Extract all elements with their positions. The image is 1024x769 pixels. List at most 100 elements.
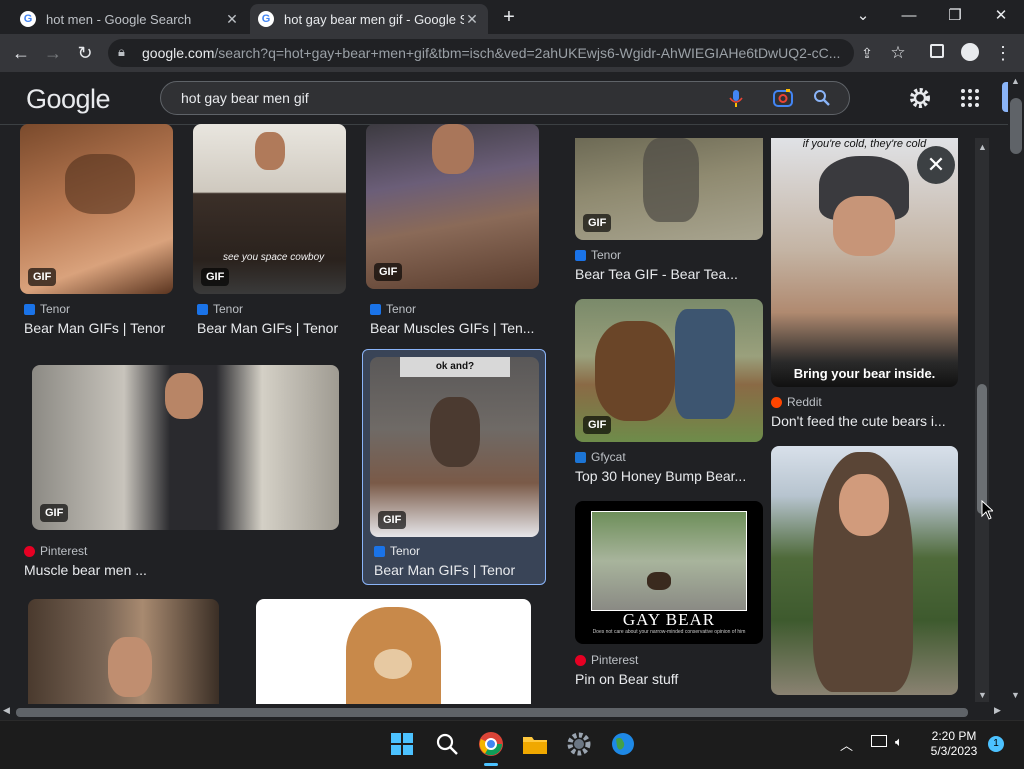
show-hidden-icons-icon[interactable]: ︿ [840,735,853,754]
settings-gear-icon[interactable] [908,86,932,110]
google-apps-grid-icon[interactable] [960,88,980,108]
share-icon[interactable]: ⇪ [856,42,878,64]
gif-badge: GIF [374,263,403,281]
page-scroll-up-icon[interactable]: ▲ [1011,76,1020,86]
network-icon[interactable] [871,735,887,747]
result-image-muscle-man-mirror[interactable]: GIF [32,365,339,530]
result-title[interactable]: Top 30 Honey Bump Bear... [575,468,763,484]
horizontal-scrollbar-thumb[interactable] [16,708,968,717]
reload-icon[interactable]: ↻ [74,42,96,64]
panel-scrollbar-thumb[interactable] [977,384,987,514]
result-title[interactable]: Bear Man GIFs | Tenor [197,320,347,336]
bear-shape [430,397,480,467]
panel-image-bear-costume-man[interactable] [771,446,958,695]
result-source[interactable]: Reddit [771,395,822,409]
google-favicon-icon: G [20,11,36,27]
scroll-right-icon[interactable]: ▶ [994,705,1001,716]
result-source[interactable]: Gfycat [575,450,626,464]
close-tab-icon[interactable]: ✕ [464,11,480,28]
chrome-app-icon[interactable] [478,731,504,757]
result-image-teddy-bear[interactable] [256,599,531,704]
panel-image-bear-bump[interactable]: GIF [575,299,763,442]
volume-icon[interactable]: 🔈︎ [895,734,903,750]
scroll-left-icon[interactable]: ◀ [3,705,10,716]
result-source[interactable]: Tenor [370,302,416,316]
gfycat-icon [575,451,586,463]
tenor-icon [374,545,385,557]
man-head-shape [108,637,152,697]
gif-badge: GIF [40,504,69,522]
result-title[interactable]: Bear Man GIFs | Tenor [374,562,540,578]
windows-start-icon[interactable] [390,732,414,756]
result-source[interactable]: Tenor [24,302,70,316]
file-explorer-icon[interactable] [522,733,548,755]
lens-camera-icon[interactable] [772,88,794,108]
page-scrollbar-thumb[interactable] [1010,98,1022,154]
close-window-icon[interactable]: ✕ [986,6,1016,26]
poster-photo [591,511,747,611]
panel-image-gay-bear-poster[interactable]: GAY BEAR Does not care about your narrow… [575,501,763,644]
result-source[interactable]: Tenor [374,544,420,558]
taskbar-search-icon[interactable] [435,732,459,756]
man-shape [675,309,735,419]
ok-and-caption: ok and? [400,357,510,377]
result-image-bear-drawing[interactable]: GIF [20,124,173,294]
scroll-down-icon[interactable]: ▼ [978,690,987,700]
url-text[interactable]: google.com/search?q=hot+gay+bear+men+gif… [142,45,847,61]
panel-image-bear-tea[interactable]: GIF [575,138,763,240]
tab-title: hot men - Google Search [46,11,192,27]
tab-title: hot gay bear men gif - Google Search [284,11,464,27]
tenor-icon [24,303,35,315]
result-source[interactable]: Pinterest [575,653,638,667]
globe-app-icon[interactable] [610,731,636,757]
result-source[interactable]: Tenor [197,302,243,316]
system-clock[interactable]: 2:20 PM 5/3/2023 [924,729,984,759]
pinterest-icon [575,654,586,666]
microphone-icon[interactable] [728,89,744,109]
result-image-muscular-man[interactable]: GIF [366,124,539,289]
restore-icon[interactable]: ❐ [940,6,970,26]
result-title[interactable]: Pin on Bear stuff [575,671,763,687]
result-title[interactable]: Bear Tea GIF - Bear Tea... [575,266,763,282]
poster-title: GAY BEAR [622,610,716,629]
page-vertical-scrollbar[interactable] [1008,72,1024,704]
result-title[interactable]: Muscle bear men ... [24,562,324,578]
man-face-shape [839,474,889,536]
result-image-bearded-man[interactable]: see you space cowboy GIF [193,124,346,294]
profile-avatar-icon[interactable] [961,43,979,61]
chrome-menu-icon[interactable]: ⋮ [992,42,1014,64]
side-panel-icon[interactable] [930,44,944,58]
tab-search-icon[interactable]: ⌄ [848,6,878,26]
tenor-icon [575,249,586,261]
forward-icon[interactable]: → [42,42,64,64]
man-face-shape [833,196,895,256]
back-icon[interactable]: ← [10,42,32,64]
scroll-up-icon[interactable]: ▲ [978,142,987,152]
bottom-meme-text: Bring your bear inside. [793,366,936,381]
bookmark-star-icon[interactable]: ☆ [887,42,909,64]
gif-badge: GIF [201,268,230,286]
result-title[interactable]: Bear Muscles GIFs | Ten... [370,320,536,336]
notification-badge[interactable]: 1 [988,736,1004,752]
gif-badge: GIF [28,268,57,286]
result-image-bear-and-man[interactable]: ok and? GIF [370,357,539,537]
poster-subtitle: Does not care about your narrow-minded c… [592,629,746,635]
new-tab-button[interactable]: + [498,6,520,28]
minimize-icon[interactable]: — [894,6,924,26]
search-input[interactable]: hot gay bear men gif [181,90,309,106]
close-panel-button[interactable]: ✕ [917,146,955,184]
tab-hot-men[interactable]: G hot men - Google Search ✕ [12,4,248,34]
result-title[interactable]: Bear Man GIFs | Tenor [24,320,174,336]
clock-time: 2:20 PM [931,729,977,743]
search-icon[interactable] [813,89,831,107]
google-logo[interactable]: Google [26,84,111,115]
tab-hot-gay-bear-men-gif[interactable]: G hot gay bear men gif - Google Search ✕ [250,4,488,34]
lock-icon[interactable]: 🔒︎ [118,44,125,60]
result-title[interactable]: Don't feed the cute bears i... [771,413,957,429]
page-scroll-down-icon[interactable]: ▼ [1011,690,1020,700]
close-tab-icon[interactable]: ✕ [224,11,240,28]
settings-app-icon[interactable] [566,731,592,757]
result-source[interactable]: Pinterest [24,544,87,558]
result-source[interactable]: Tenor [575,248,621,262]
result-image-man-video[interactable] [28,599,219,704]
